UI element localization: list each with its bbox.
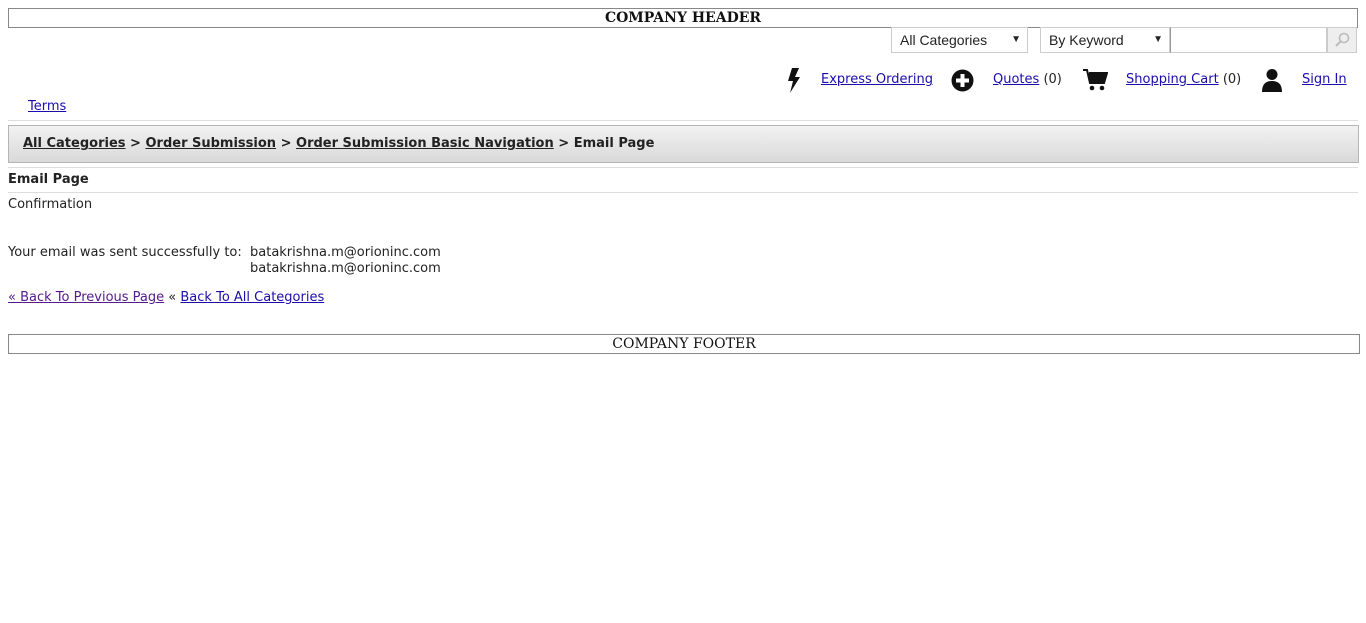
company-footer: COMPANY FOOTER [8,334,1360,354]
cart-count: (0) [1222,72,1242,87]
page-title: Email Page [8,172,89,187]
utility-nav: Express Ordering Quotes (0) Shopping Car… [780,66,1355,94]
breadcrumb: All Categories > Order Submission > Orde… [8,125,1359,163]
breadcrumb-item-all-categories[interactable]: All Categories [23,136,126,151]
recipient-email: batakrishna.m@orioninc.com [250,261,441,276]
dropdown-arrow-icon: ▼ [1011,34,1021,45]
back-to-previous-page-link[interactable]: « Back To Previous Page [8,290,164,305]
recipient-email: batakrishna.m@orioninc.com [250,245,441,260]
terms-link[interactable]: Terms [28,99,66,114]
quotes-count: (0) [1043,72,1062,87]
breadcrumb-current: Email Page [573,136,655,151]
divider [8,120,1358,121]
breadcrumb-separator: > [558,136,570,151]
category-select[interactable]: All Categories ▼ [891,27,1028,53]
category-select-value: All Categories [900,32,988,48]
breadcrumb-separator: > [130,136,141,151]
search-mode-value: By Keyword [1049,32,1124,48]
search-button[interactable] [1327,27,1357,53]
breadcrumb-item-order-submission[interactable]: Order Submission [145,136,276,151]
express-ordering-link[interactable]: Express Ordering [821,72,933,87]
search-input[interactable] [1170,27,1327,53]
divider [8,167,1358,168]
page-subtitle: Confirmation [8,197,93,212]
shopping-cart-link[interactable]: Shopping Cart [1126,72,1219,87]
breadcrumb-separator: > [280,136,292,151]
company-header: COMPANY HEADER [8,8,1358,28]
magnifier-icon [1335,32,1350,47]
sign-in-link[interactable]: Sign In [1302,72,1347,87]
breadcrumb-item-basic-navigation[interactable]: Order Submission Basic Navigation [296,136,554,151]
recipient-list: batakrishna.m@orioninc.com batakrishna.m… [250,245,441,277]
email-sent-message: Your email was sent successfully to: [8,245,242,260]
shopping-cart-icon[interactable] [1082,68,1109,96]
lightning-bolt-icon [786,66,802,98]
quotes-link[interactable]: Quotes [993,72,1039,87]
search-mode-select[interactable]: By Keyword ▼ [1040,27,1170,53]
dropdown-arrow-icon: ▼ [1153,34,1163,45]
back-separator: « [168,290,177,305]
back-links: « Back To Previous Page « Back To All Ca… [8,290,324,305]
plus-circle-icon[interactable] [951,69,974,96]
user-icon[interactable] [1261,68,1283,96]
back-to-all-categories-link[interactable]: Back To All Categories [180,290,324,305]
divider [8,192,1358,193]
